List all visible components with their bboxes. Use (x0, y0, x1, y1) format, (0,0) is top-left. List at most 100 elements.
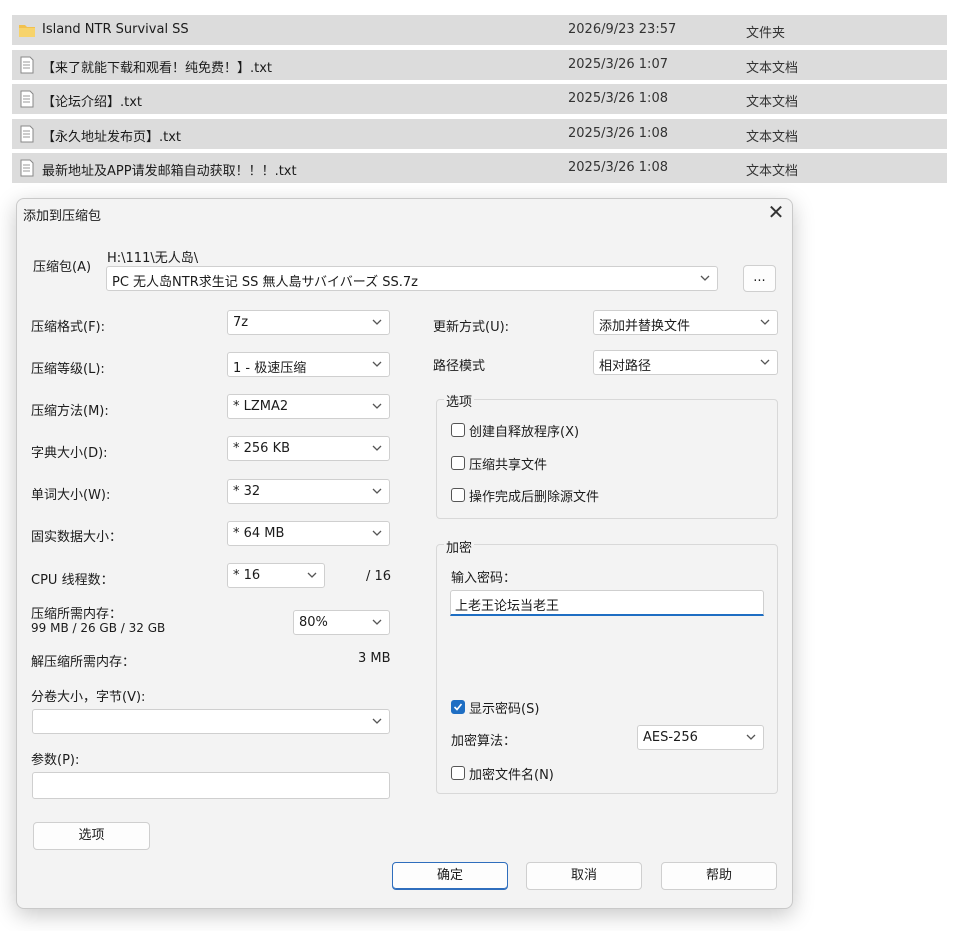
file-date: 2026/9/23 23:57 (568, 22, 677, 37)
password-input[interactable]: 上老王论坛当老王 (450, 590, 764, 616)
word-value: * 32 (233, 484, 261, 499)
show-password-label: 显示密码(S) (469, 702, 540, 717)
encryption-group-label: 加密 (444, 537, 475, 556)
options-group-label: 选项 (444, 391, 475, 410)
show-password-checkbox[interactable] (451, 700, 465, 714)
chevron-down-icon (372, 530, 382, 536)
file-row[interactable]: 最新地址及APP请发邮箱自动获取！！！.txt 2025/3/26 1:08 文… (12, 153, 947, 183)
dict-label: 字典大小(D): (31, 446, 108, 461)
memory-label: 压缩所需内存： (31, 607, 123, 622)
archive-path: H:\111\无人岛\ (107, 251, 199, 266)
file-row[interactable]: 【永久地址发布页】.txt 2025/3/26 1:08 文本文档 (12, 119, 947, 149)
threads-max: / 16 (366, 569, 392, 584)
chevron-down-icon (700, 275, 710, 281)
password-value: 上老王论坛当老王 (455, 599, 560, 614)
shared-label: 压缩共享文件 (469, 458, 548, 473)
chevron-down-icon (372, 445, 382, 451)
file-name: 【永久地址发布页】.txt (42, 130, 182, 145)
word-select[interactable]: * 32 (227, 479, 390, 504)
solid-label: 固实数据大小： (31, 530, 123, 545)
options-button[interactable]: 选项 (33, 822, 150, 850)
update-label: 更新方式(U): (433, 320, 510, 335)
file-name: 最新地址及APP请发邮箱自动获取！！！.txt (42, 164, 297, 179)
level-label: 压缩等级(L): (31, 362, 105, 377)
memory-select[interactable]: 80% (293, 610, 390, 635)
add-to-archive-dialog: 添加到压缩包 ✕ 压缩包(A) H:\111\无人岛\ PC 无人岛NTR求生记… (16, 198, 793, 909)
format-label: 压缩格式(F): (31, 320, 106, 335)
text-file-icon (18, 90, 36, 108)
chevron-down-icon (746, 734, 756, 740)
file-type: 文件夹 (746, 26, 786, 41)
decomp-value: 3 MB (358, 651, 391, 666)
file-date: 2025/3/26 1:08 (568, 160, 668, 175)
chevron-down-icon (372, 403, 382, 409)
params-label: 参数(P): (31, 753, 80, 768)
pathmode-select[interactable]: 相对路径 (593, 350, 778, 375)
update-value: 添加并替换文件 (599, 319, 691, 334)
method-select[interactable]: * LZMA2 (227, 394, 390, 419)
file-type: 文本文档 (746, 95, 799, 110)
browse-button[interactable]: ... (743, 265, 776, 292)
solid-value: * 64 MB (233, 526, 285, 541)
level-value: 1 - 极速压缩 (233, 361, 307, 376)
file-name: Island NTR Survival SS (42, 22, 189, 37)
file-row[interactable]: 【来了就能下载和观看！纯免费！】.txt 2025/3/26 1:07 文本文档 (12, 50, 947, 80)
chevron-down-icon (372, 361, 382, 367)
threads-label: CPU 线程数： (31, 573, 114, 588)
cancel-button[interactable]: 取消 (526, 862, 642, 890)
encrypt-names-label: 加密文件名(N) (469, 768, 554, 783)
shared-checkbox[interactable] (451, 456, 465, 470)
threads-value: * 16 (233, 568, 261, 583)
archive-name-combo[interactable]: PC 无人岛NTR求生记 SS 無人島サバイバーズ SS.7z (106, 266, 718, 291)
check-icon (453, 703, 463, 711)
file-name: 【来了就能下载和观看！纯免费！】.txt (42, 61, 273, 76)
params-input[interactable] (32, 772, 390, 799)
pathmode-label: 路径模式 (433, 359, 486, 374)
chevron-down-icon (372, 718, 382, 724)
password-label: 输入密码： (451, 571, 517, 586)
method-value: * LZMA2 (233, 399, 289, 414)
text-file-icon (18, 159, 36, 177)
delete-checkbox[interactable] (451, 488, 465, 502)
volume-label: 分卷大小，字节(V): (31, 690, 146, 705)
dict-select[interactable]: * 256 KB (227, 436, 390, 461)
archive-name-value: PC 无人岛NTR求生记 SS 無人島サバイバーズ SS.7z (112, 275, 418, 290)
chevron-down-icon (372, 619, 382, 625)
chevron-down-icon (307, 572, 317, 578)
folder-icon (18, 21, 36, 39)
level-select[interactable]: 1 - 极速压缩 (227, 352, 390, 377)
chevron-down-icon (372, 319, 382, 325)
ok-button[interactable]: 确定 (392, 862, 508, 890)
format-select[interactable]: 7z (227, 310, 390, 335)
file-date: 2025/3/26 1:08 (568, 126, 668, 141)
update-select[interactable]: 添加并替换文件 (593, 310, 778, 335)
solid-select[interactable]: * 64 MB (227, 521, 390, 546)
file-type: 文本文档 (746, 130, 799, 145)
file-row[interactable]: Island NTR Survival SS 2026/9/23 23:57 文… (12, 15, 947, 45)
pathmode-value: 相对路径 (599, 359, 652, 374)
file-type: 文本文档 (746, 164, 799, 179)
memory-value: 80% (299, 615, 328, 630)
decomp-label: 解压缩所需内存： (31, 655, 136, 670)
text-file-icon (18, 56, 36, 74)
file-row[interactable]: 【论坛介绍】.txt 2025/3/26 1:08 文本文档 (12, 84, 947, 114)
enc-method-label: 加密算法： (451, 734, 517, 749)
sfx-checkbox[interactable] (451, 423, 465, 437)
dialog-title: 添加到压缩包 (23, 209, 102, 224)
file-name: 【论坛介绍】.txt (42, 95, 143, 110)
enc-method-value: AES-256 (643, 730, 698, 745)
chevron-down-icon (760, 319, 770, 325)
enc-method-select[interactable]: AES-256 (637, 725, 764, 750)
delete-label: 操作完成后删除源文件 (469, 490, 600, 505)
chevron-down-icon (372, 488, 382, 494)
encryption-group: 加密 输入密码： 上老王论坛当老王 显示密码(S) 加密算法： AES-256 … (436, 537, 778, 794)
dict-value: * 256 KB (233, 441, 291, 456)
encrypt-names-checkbox[interactable] (451, 766, 465, 780)
help-button[interactable]: 帮助 (661, 862, 777, 890)
word-label: 单词大小(W): (31, 488, 111, 503)
threads-select[interactable]: * 16 (227, 563, 325, 588)
text-file-icon (18, 125, 36, 143)
close-icon[interactable]: ✕ (765, 201, 787, 223)
sfx-label: 创建自释放程序(X) (469, 425, 580, 440)
volume-combo[interactable] (32, 709, 390, 734)
